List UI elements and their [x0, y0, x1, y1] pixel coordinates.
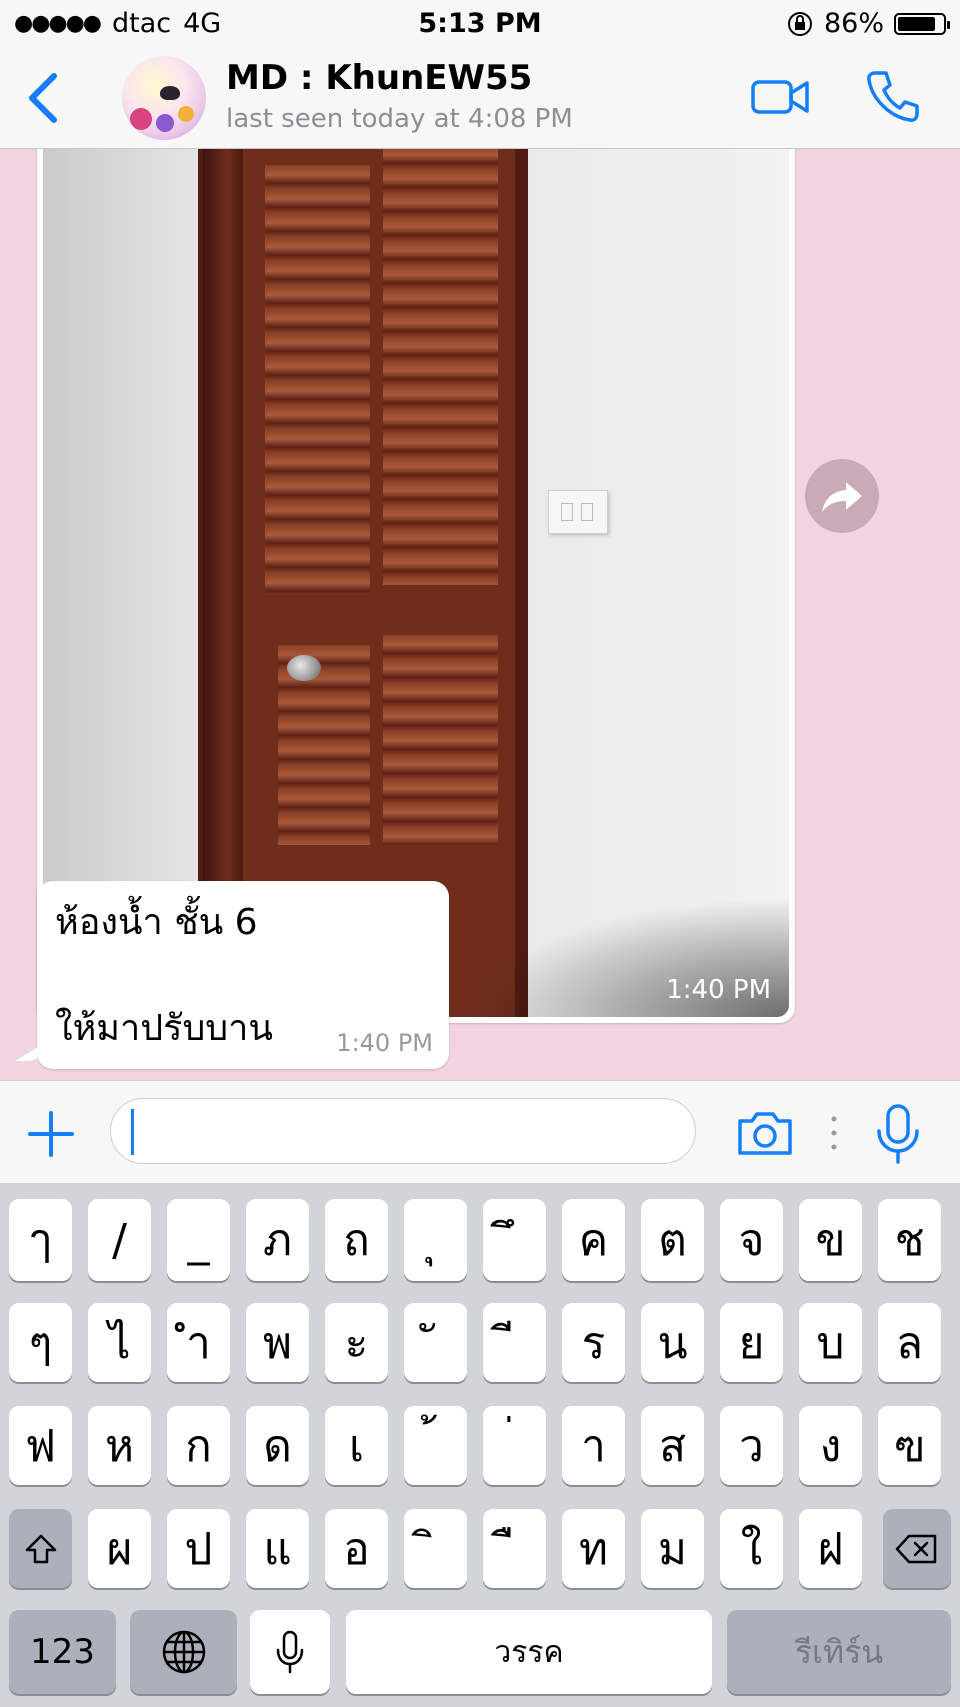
battery-icon: [894, 12, 950, 35]
avatar[interactable]: [122, 56, 206, 140]
status-bar: ●●●●● dtac 4G 5:13 PM 86%: [0, 0, 960, 48]
space-key[interactable]: วรรค: [346, 1610, 712, 1694]
key-row1-8[interactable]: ค: [562, 1199, 625, 1281]
key-row2-7[interactable]: ี: [483, 1303, 546, 1382]
key-row3-6[interactable]: ้: [404, 1406, 467, 1485]
globe-key[interactable]: [130, 1610, 237, 1694]
key-row1-5[interactable]: ถ: [325, 1199, 388, 1281]
message-text-line1: ห้องน้ำ ชั้น 6: [55, 902, 258, 943]
key-row1-6[interactable]: ุ: [404, 1199, 467, 1281]
key-row4-6[interactable]: ื: [483, 1509, 546, 1588]
forward-arrow-icon: [822, 482, 862, 512]
microphone-icon[interactable]: [874, 1103, 922, 1165]
plus-icon[interactable]: [26, 1109, 76, 1159]
key-row4-3[interactable]: แ: [246, 1509, 309, 1588]
shift-key[interactable]: [9, 1509, 72, 1588]
key-row2-4[interactable]: พ: [246, 1303, 309, 1382]
numbers-key[interactable]: 123: [9, 1610, 116, 1694]
key-row4-10[interactable]: ฝ: [799, 1509, 862, 1588]
key-row4-7[interactable]: ท: [562, 1509, 625, 1588]
message-timestamp: 1:40 PM: [336, 1029, 433, 1057]
key-row3-4[interactable]: ด: [246, 1406, 309, 1485]
key-row3-12[interactable]: ฃ: [878, 1406, 941, 1485]
more-options-icon[interactable]: [830, 1115, 838, 1151]
status-right: 86%: [786, 8, 950, 39]
key-row2-2[interactable]: ไ: [88, 1303, 151, 1382]
key-row1-9[interactable]: ต: [641, 1199, 704, 1281]
forward-button[interactable]: [805, 459, 879, 533]
key-row3-8[interactable]: า: [562, 1406, 625, 1485]
chat-header: MD : KhunEW55 last seen today at 4:08 PM: [0, 48, 960, 149]
image-timestamp: 1:40 PM: [666, 975, 771, 1005]
key-row1-11[interactable]: ข: [799, 1199, 862, 1281]
key-row3-11[interactable]: ง: [799, 1406, 862, 1485]
video-call-icon[interactable]: [750, 72, 810, 122]
contact-name[interactable]: MD : KhunEW55: [226, 58, 532, 98]
key-row2-3[interactable]: ำ: [167, 1303, 230, 1382]
phone-call-icon[interactable]: [864, 68, 920, 124]
key-row3-5[interactable]: เ: [325, 1406, 388, 1485]
door-knob: [287, 655, 321, 681]
chat-messages: 1:40 PM ห้องน้ำ ชั้น 6 ให้มาปรับบาน 1:40…: [0, 149, 960, 1079]
delete-backward-icon: [895, 1534, 937, 1563]
key-row2-6[interactable]: ั: [404, 1303, 467, 1382]
dictation-mic-icon: [276, 1630, 304, 1674]
key-row3-9[interactable]: ส: [641, 1406, 704, 1485]
key-row3-2[interactable]: ห: [88, 1406, 151, 1485]
key-row3-10[interactable]: ว: [720, 1406, 783, 1485]
key-row1-12[interactable]: ช: [878, 1199, 941, 1281]
shift-icon: [25, 1534, 56, 1563]
key-row4-8[interactable]: ม: [641, 1509, 704, 1588]
light-switch: [548, 490, 608, 534]
key-row2-10[interactable]: ย: [720, 1303, 783, 1382]
key-row3-7[interactable]: ่: [483, 1406, 546, 1485]
key-row4-2[interactable]: ป: [167, 1509, 230, 1588]
key-row4-9[interactable]: ใ: [720, 1509, 783, 1588]
key-row4-5[interactable]: ิ: [404, 1509, 467, 1588]
message-composer: [0, 1080, 960, 1183]
text-caret: [131, 1109, 134, 1155]
backspace-key[interactable]: [883, 1509, 951, 1588]
key-row1-7[interactable]: ึ: [483, 1199, 546, 1281]
battery-percent: 86%: [823, 8, 884, 39]
key-row4-4[interactable]: อ: [325, 1509, 388, 1588]
return-key[interactable]: รีเทิร์น: [727, 1610, 951, 1694]
key-row2-9[interactable]: น: [641, 1303, 704, 1382]
key-row4-1[interactable]: ผ: [88, 1509, 151, 1588]
last-seen-status: last seen today at 4:08 PM: [226, 104, 573, 134]
key-row2-1[interactable]: ๆ: [9, 1303, 72, 1382]
key-row1-2[interactable]: /: [88, 1199, 151, 1281]
message-text-line2: ให้มาปรับบาน: [55, 1008, 273, 1049]
camera-icon[interactable]: [736, 1109, 794, 1157]
key-row1-10[interactable]: จ: [720, 1199, 783, 1281]
key-row3-3[interactable]: ก: [167, 1406, 230, 1485]
key-row2-8[interactable]: ร: [562, 1303, 625, 1382]
dictation-key[interactable]: [250, 1610, 330, 1694]
thai-keyboard: ๅ/_ภถุึคตจขช ๆไำพะัีรนยบล ฟหกดเ้่าสวงฃ ผ…: [0, 1183, 960, 1707]
key-row1-1[interactable]: ๅ: [9, 1199, 72, 1281]
text-message[interactable]: ห้องน้ำ ชั้น 6 ให้มาปรับบาน 1:40 PM: [15, 881, 449, 1069]
rotation-lock-icon: [787, 11, 812, 36]
key-row2-11[interactable]: บ: [799, 1303, 862, 1382]
key-row2-5[interactable]: ะ: [325, 1303, 388, 1382]
key-row1-3[interactable]: _: [167, 1199, 230, 1281]
globe-icon: [162, 1630, 205, 1674]
key-row3-1[interactable]: ฟ: [9, 1406, 72, 1485]
message-input[interactable]: [110, 1098, 696, 1164]
key-row1-4[interactable]: ภ: [246, 1199, 309, 1281]
key-row2-12[interactable]: ล: [878, 1303, 941, 1382]
back-chevron-icon[interactable]: [24, 70, 64, 126]
